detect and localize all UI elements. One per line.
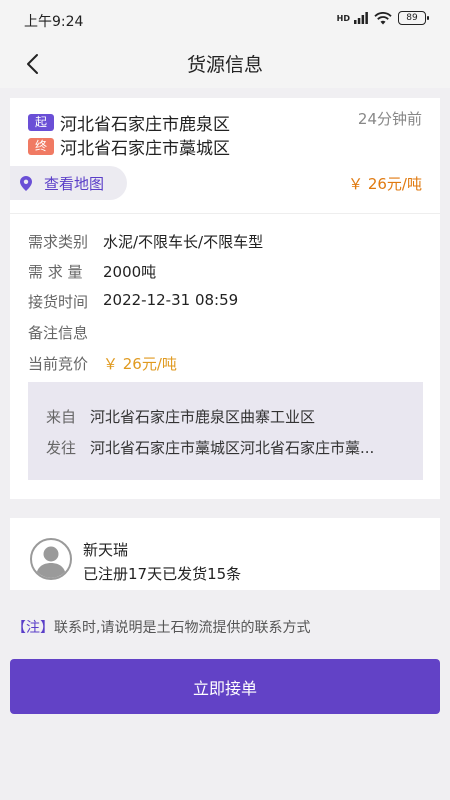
detail-row-remarks: 备注信息	[28, 322, 103, 343]
detail-label: 需求类别	[28, 233, 89, 251]
note-text: 联系时,请说明是土石物流提供的联系方式	[54, 620, 311, 636]
route-end: 河北省石家庄市藁城区	[60, 139, 230, 159]
location-pin-icon	[20, 175, 32, 191]
status-icons: HD 89	[336, 11, 429, 25]
to-address: 河北省石家庄市藁城区河北省石家庄市藁...	[90, 439, 375, 457]
page-title: 货源信息	[186, 54, 263, 76]
detail-label: 当前竞价	[28, 355, 89, 373]
contact-note: 【注】联系时,请说明是土石物流提供的联系方式	[12, 617, 310, 637]
detail-row-category: 需求类别 水泥/不限车长/不限车型	[28, 231, 263, 252]
to-address-row: 发往 河北省石家庄市藁城区河北省石家庄市藁...	[46, 437, 400, 458]
current-bid-value: ￥ 26元/吨	[103, 355, 177, 373]
posted-time: 24分钟前	[357, 110, 422, 128]
note-tag: 【注】	[12, 620, 54, 636]
detail-value: 2022-12-31 08:59	[103, 291, 239, 309]
from-label: 来自	[46, 408, 77, 426]
cargo-card: 起 河北省石家庄市鹿泉区 终 河北省石家庄市藁城区 24分钟前 查看地图 ￥ 2…	[10, 98, 440, 499]
view-map-label: 查看地图	[44, 174, 105, 193]
detail-value: 2000吨	[103, 263, 157, 281]
status-bar: 上午9:24 HD 89	[0, 0, 450, 40]
detail-row-current-bid: 当前竞价 ￥ 26元/吨	[28, 353, 177, 374]
divider	[10, 213, 440, 214]
detail-row-quantity: 需 求 量 2000吨	[28, 261, 156, 282]
wifi-icon	[374, 11, 392, 24]
detail-label: 备注信息	[28, 324, 89, 342]
route-end-row: 终 河北省石家庄市藁城区	[28, 134, 230, 159]
route-start-row: 起 河北省石家庄市鹿泉区	[28, 110, 230, 135]
address-box: 来自 河北省石家庄市鹿泉区曲寨工业区 发往 河北省石家庄市藁城区河北省石家庄市藁…	[28, 382, 423, 480]
nav-bar: 货源信息	[0, 40, 450, 88]
shipper-card[interactable]: 新天瑞 已注册17天已发货15条	[10, 518, 440, 590]
price-display: ￥ 26元/吨	[348, 175, 422, 193]
shipper-stats: 已注册17天已发货15条	[83, 565, 242, 583]
end-tag: 终	[28, 138, 54, 155]
avatar	[30, 538, 72, 580]
from-address-row: 来自 河北省石家庄市鹿泉区曲寨工业区	[46, 406, 400, 427]
user-icon	[36, 546, 66, 578]
detail-label: 接货时间	[28, 293, 89, 311]
to-label: 发往	[46, 439, 77, 457]
battery-indicator: 89	[398, 11, 429, 25]
cell-signal-icon	[354, 12, 368, 24]
detail-value: 水泥/不限车长/不限车型	[103, 233, 264, 251]
detail-label: 需 求 量	[28, 263, 83, 281]
shipper-name: 新天瑞	[83, 541, 129, 559]
status-time: 上午9:24	[24, 14, 84, 30]
from-address: 河北省石家庄市鹿泉区曲寨工业区	[90, 408, 316, 426]
hd-label: HD	[336, 13, 350, 23]
start-tag: 起	[28, 114, 54, 131]
accept-order-button[interactable]: 立即接单	[10, 659, 440, 714]
route-start: 河北省石家庄市鹿泉区	[60, 115, 230, 135]
view-map-button[interactable]: 查看地图	[10, 166, 127, 200]
detail-row-pickup-time: 接货时间 2022-12-31 08:59	[28, 291, 238, 312]
